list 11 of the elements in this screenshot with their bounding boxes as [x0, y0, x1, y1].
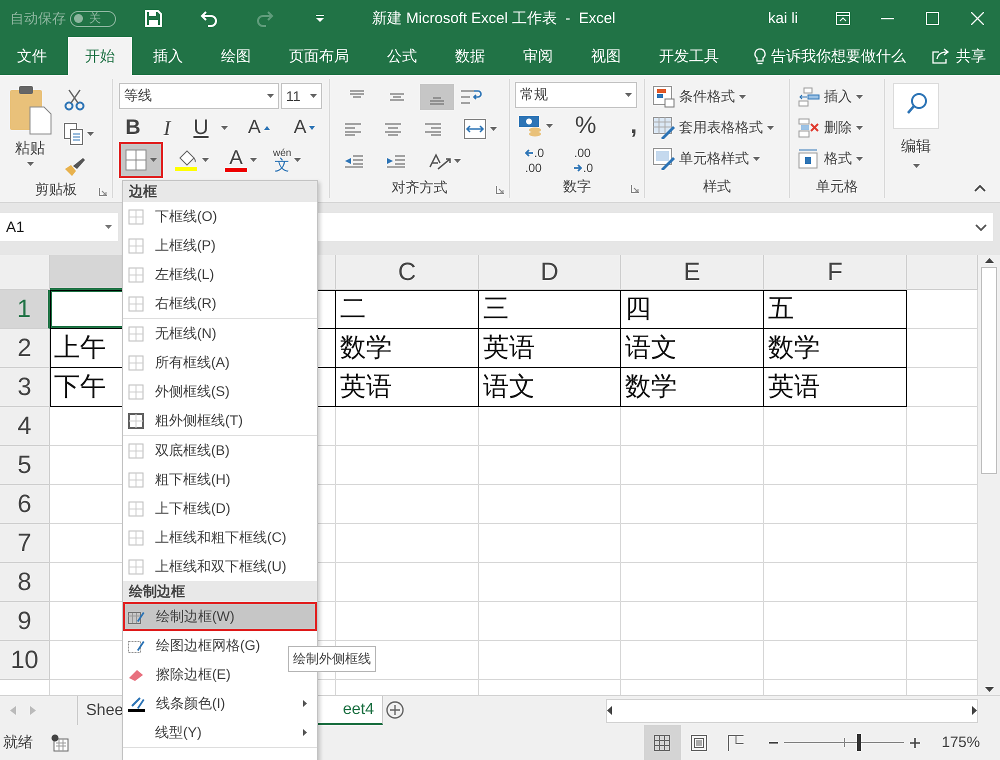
status-text: 就绪	[3, 733, 33, 752]
group-label: 数字	[563, 177, 591, 196]
group-label: 剪贴板	[35, 180, 77, 199]
group-label: 单元格	[816, 177, 858, 196]
group-label: 对齐方式	[392, 178, 448, 197]
menu-section-header: 绘制边框	[123, 581, 317, 602]
autosave-label: 自动保存	[10, 10, 66, 28]
menu-section-header: 边框	[123, 181, 317, 202]
group-label: 样式	[703, 177, 731, 196]
window-title: 新建 Microsoft Excel 工作表 - Excel	[372, 9, 616, 28]
tooltip: 绘制外侧框线	[288, 646, 376, 672]
